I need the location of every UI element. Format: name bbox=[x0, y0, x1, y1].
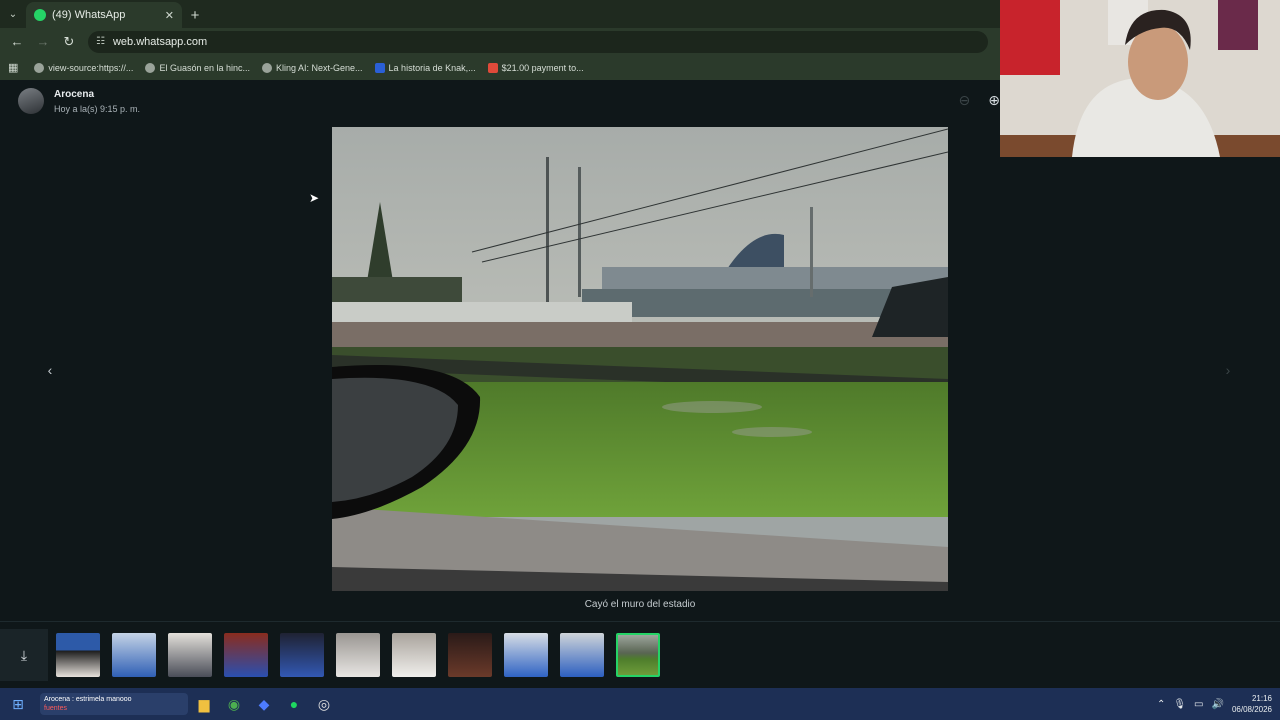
tab-close-icon[interactable]: ✕ bbox=[165, 9, 174, 22]
media-viewer: Arocena Hoy a la(s) 9:15 p. m. ⊖ ⊕ Cayó … bbox=[0, 80, 1280, 688]
avatar[interactable] bbox=[18, 88, 44, 114]
gmail-icon bbox=[487, 62, 498, 73]
windows-start-icon[interactable]: ⊞ bbox=[0, 688, 36, 720]
webcam-overlay bbox=[1000, 0, 1280, 157]
stadium-photo-image bbox=[332, 127, 948, 591]
viewer-tools: ⊖ ⊕ bbox=[959, 92, 1000, 109]
microphone-icon[interactable]: 🎙 bbox=[1173, 699, 1186, 710]
bookmark-item[interactable]: view-source:https://... bbox=[34, 62, 133, 73]
tab-title: (49) WhatsApp bbox=[52, 9, 126, 21]
thumbnail[interactable] bbox=[392, 633, 436, 677]
download-icon[interactable]: ⤓ bbox=[0, 629, 48, 681]
clock-time: 21:16 bbox=[1251, 694, 1272, 703]
stream-ticker: Arocena : estrimela manooo bbox=[44, 696, 132, 703]
globe-icon bbox=[145, 62, 156, 73]
url-text: web.whatsapp.com bbox=[112, 35, 208, 48]
reload-icon[interactable]: ↻ bbox=[58, 31, 80, 53]
bookmark-item[interactable]: $21.00 payment to... bbox=[487, 62, 584, 73]
bookmark-item[interactable]: Kling AI: Next-Gene... bbox=[262, 62, 363, 73]
site-info-icon[interactable]: ☷ bbox=[96, 36, 105, 47]
viewer-header: Arocena Hoy a la(s) 9:15 p. m. bbox=[18, 88, 140, 114]
spotify-icon[interactable]: ● bbox=[280, 690, 308, 718]
thumbnail[interactable] bbox=[168, 633, 212, 677]
kling-icon bbox=[262, 62, 272, 73]
thumbnail-strip: ⤓ bbox=[0, 621, 1280, 688]
previous-arrow-icon[interactable]: ‹ bbox=[40, 360, 60, 380]
tab-search-icon[interactable]: ⌄ bbox=[0, 0, 26, 28]
apps-grid-icon[interactable]: ▦ bbox=[8, 61, 18, 74]
app-icon[interactable]: ◆ bbox=[250, 690, 278, 718]
stream-ticker-secondary: fuentes bbox=[44, 705, 67, 712]
thumbnail[interactable] bbox=[280, 633, 324, 677]
contact-name: Arocena bbox=[54, 88, 95, 100]
thumbnail[interactable] bbox=[224, 633, 268, 677]
os-taskbar: ⊞ Arocena : estrimela manooo fuentes ▆ ◉… bbox=[0, 688, 1280, 720]
address-bar[interactable]: ☷ web.whatsapp.com bbox=[88, 30, 988, 53]
chevron-up-icon[interactable]: ⌃ bbox=[1157, 699, 1165, 710]
media-caption: Cayó el muro del estadio bbox=[584, 599, 696, 610]
bookmark-item[interactable]: La historia de Knak,... bbox=[374, 62, 476, 73]
bookmark-item[interactable]: El Guasón en la hinc... bbox=[145, 62, 250, 73]
thumbnail[interactable] bbox=[112, 633, 156, 677]
thumbnail[interactable] bbox=[560, 633, 604, 677]
system-tray: ⌃ 🎙 ▭ 🔊 21:16 06/08/2026 bbox=[1157, 688, 1272, 720]
zoom-out-icon[interactable]: ⊖ bbox=[959, 92, 971, 109]
mouse-cursor-icon: ➤ bbox=[309, 191, 320, 205]
clock[interactable]: 21:16 06/08/2026 bbox=[1232, 693, 1272, 715]
thumbnail[interactable] bbox=[336, 633, 380, 677]
forward-arrow-icon[interactable]: → bbox=[32, 31, 54, 53]
webcam-feed-image bbox=[1000, 0, 1280, 157]
obs-icon[interactable]: ◎ bbox=[310, 690, 338, 718]
media-photo[interactable] bbox=[332, 127, 948, 591]
thumbnail-active[interactable] bbox=[616, 633, 660, 677]
tab-whatsapp[interactable]: (49) WhatsApp ✕ bbox=[26, 2, 182, 28]
thumbnail[interactable] bbox=[56, 633, 100, 677]
file-explorer-icon[interactable]: ▆ bbox=[190, 690, 218, 718]
next-arrow-icon[interactable]: › bbox=[1218, 360, 1238, 380]
chrome-icon[interactable]: ◉ bbox=[220, 690, 248, 718]
network-icon[interactable]: ▭ bbox=[1194, 699, 1203, 710]
volume-icon[interactable]: 🔊 bbox=[1212, 699, 1224, 710]
thumbnail[interactable] bbox=[504, 633, 548, 677]
zoom-in-icon[interactable]: ⊕ bbox=[988, 92, 1000, 109]
taskbar-search[interactable]: Arocena : estrimela manooo fuentes bbox=[40, 693, 188, 715]
clock-date: 06/08/2026 bbox=[1231, 705, 1272, 714]
back-arrow-icon[interactable]: ← bbox=[6, 31, 28, 53]
new-tab-button[interactable]: + bbox=[182, 2, 208, 28]
whatsapp-icon bbox=[34, 9, 46, 21]
knak-icon bbox=[374, 62, 385, 73]
message-timestamp: Hoy a la(s) 9:15 p. m. bbox=[54, 103, 141, 114]
thumbnail[interactable] bbox=[448, 633, 492, 677]
globe-icon bbox=[34, 62, 45, 73]
